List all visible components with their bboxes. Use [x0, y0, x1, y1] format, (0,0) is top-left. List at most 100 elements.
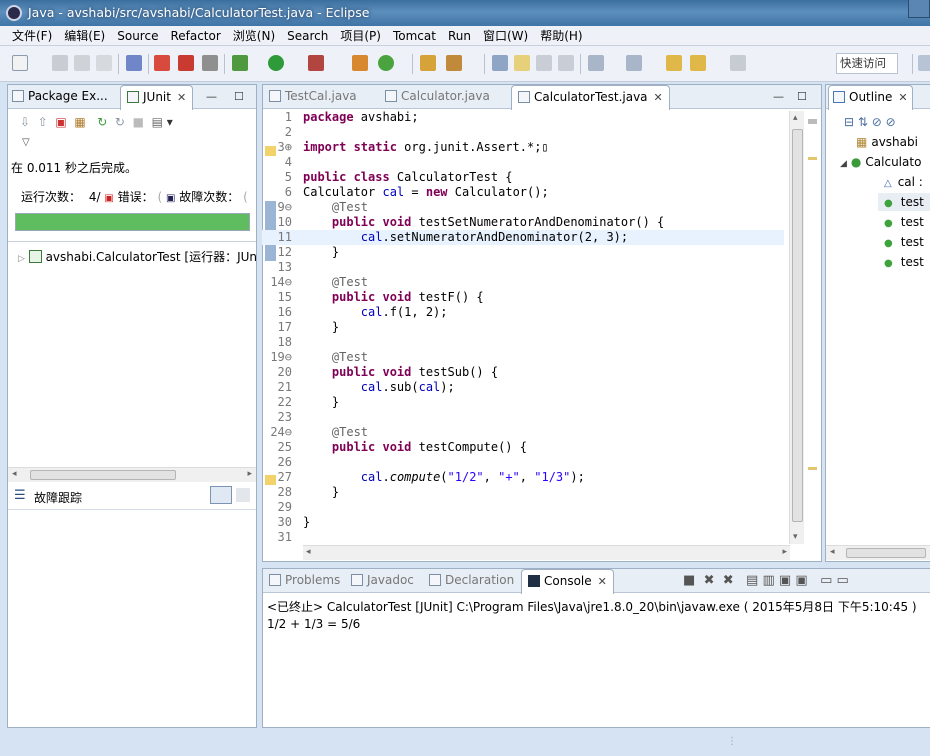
back-icon[interactable] [690, 55, 706, 71]
menu-source[interactable]: Source [111, 26, 164, 46]
maximize-icon[interactable]: ☐ [797, 90, 807, 103]
run-external-icon[interactable] [308, 55, 324, 71]
pencil-icon[interactable] [514, 55, 530, 71]
run-icon[interactable] [268, 55, 284, 71]
code-line[interactable]: 31 [262, 530, 784, 545]
tab-calculator[interactable]: Calculator.java [385, 85, 490, 109]
code-line[interactable]: 18 [262, 335, 784, 350]
minimize-icon[interactable]: — [206, 90, 217, 103]
remove-all-icon[interactable] [178, 55, 194, 71]
menu-window[interactable]: 窗口(W) [477, 26, 534, 46]
prev-annotation-icon[interactable] [626, 55, 642, 71]
editor-vertical-scrollbar[interactable]: ▴ ▾ [789, 111, 804, 544]
tab-calculatortest[interactable]: CalculatorTest.java ✕ [511, 85, 670, 110]
code-line[interactable]: 16 cal.f(1, 2); [262, 305, 784, 320]
collapse-all-icon[interactable]: ⊟ [844, 115, 854, 129]
menu-dropdown-icon[interactable]: ▾ [167, 115, 173, 129]
history-icon[interactable]: ▤ [152, 115, 163, 129]
menu-edit[interactable]: 编辑(E) [58, 26, 111, 46]
save-icon[interactable] [52, 55, 68, 71]
scroll-thumb[interactable] [846, 548, 926, 558]
new-class-icon[interactable] [378, 55, 394, 71]
clear-console-icon[interactable]: ▤ [746, 573, 758, 588]
code-line[interactable]: 23 [262, 410, 784, 425]
scroll-lock-icon[interactable]: ▥ [762, 573, 774, 588]
remove-all-launches-icon[interactable]: ✖ [723, 573, 734, 588]
menu-search[interactable]: Search [281, 26, 334, 46]
outline-item[interactable]: ◢ ● Calculato [840, 155, 921, 169]
code-line[interactable]: 13 [262, 260, 784, 275]
code-line[interactable]: 21 cal.sub(cal); [262, 380, 784, 395]
code-line[interactable]: 5 public class CalculatorTest { [262, 170, 784, 185]
hide-fields-icon[interactable]: ⊘ [872, 115, 882, 129]
code-line[interactable]: 19⊖ @Test [262, 350, 784, 365]
scroll-lock-icon[interactable]: ▦ [74, 115, 85, 129]
pin-console-icon[interactable]: ▭ [820, 573, 832, 588]
code-line[interactable]: 22 } [262, 395, 784, 410]
toggle-mark-icon[interactable] [492, 55, 508, 71]
code-line[interactable]: 24⊖ @Test [262, 425, 784, 440]
code-line[interactable]: 20 public void testSub() { [262, 365, 784, 380]
show-on-error-icon[interactable]: ▣ [795, 573, 807, 588]
close-icon[interactable]: ✕ [177, 86, 186, 109]
tab-outline[interactable]: Outline ✕ [828, 85, 913, 110]
remove-launch-icon[interactable]: ✖ [704, 573, 715, 588]
code-line[interactable]: 9⊖ @Test [262, 200, 784, 215]
menu-run[interactable]: Run [442, 26, 477, 46]
show-whitespace-icon[interactable] [558, 55, 574, 71]
tab-console[interactable]: Console ✕ [521, 569, 614, 594]
terminate-icon[interactable]: ■ [683, 573, 695, 588]
maximize-icon[interactable]: ☐ [234, 90, 244, 103]
perspective-icon[interactable] [918, 55, 930, 71]
tab-problems[interactable]: Problems [269, 569, 340, 593]
menu-refactor[interactable]: Refactor [164, 26, 226, 46]
minimize-icon[interactable]: — [773, 90, 784, 103]
expand-icon[interactable]: ◢ [840, 159, 847, 169]
code-line[interactable]: 30} [262, 515, 784, 530]
code-line[interactable]: 26 [262, 455, 784, 470]
code-line[interactable]: 12 } [262, 245, 784, 260]
tab-testcal[interactable]: TestCal.java [269, 85, 357, 109]
window-button[interactable] [908, 0, 930, 18]
code-line[interactable]: 17 } [262, 320, 784, 335]
sort-icon[interactable]: ⇅ [858, 115, 868, 129]
code-line[interactable]: 14⊖ @Test [262, 275, 784, 290]
debug-icon[interactable] [232, 55, 248, 71]
forward-icon[interactable] [730, 55, 746, 71]
tab-declaration[interactable]: Declaration [429, 569, 514, 593]
outline-item[interactable]: ● test [884, 195, 924, 209]
tab-junit[interactable]: JUnit ✕ [120, 85, 194, 110]
show-on-output-icon[interactable]: ▣ [779, 573, 791, 588]
display-console-icon[interactable]: ▭ [837, 573, 849, 588]
code-line[interactable]: 3⊕ import static org.junit.Assert.*;▯ [262, 140, 784, 155]
next-annotation-icon[interactable] [588, 55, 604, 71]
tree-horizontal-scrollbar[interactable]: ◂ ▸ [8, 467, 256, 482]
skip-breakpoints-icon[interactable] [126, 55, 142, 71]
outline-item[interactable]: △ cal : [884, 175, 923, 189]
outline-item[interactable]: ● test [884, 215, 924, 229]
test-tree-item[interactable]: ▷ avshabi.CalculatorTest [运行器：JUn [18, 248, 257, 265]
stop-icon[interactable]: ■ [133, 115, 144, 129]
scroll-thumb[interactable] [792, 129, 803, 522]
new-server-icon[interactable] [352, 55, 368, 71]
rerun-icon[interactable]: ↻ [97, 115, 107, 129]
code-line[interactable]: 29 [262, 500, 784, 515]
hide-static-icon[interactable]: ⊘ [886, 115, 896, 129]
code-line[interactable]: 11 cal.setNumeratorAndDenominator(2, 3); [262, 230, 784, 245]
close-icon[interactable]: ✕ [654, 86, 663, 109]
menu-tomcat[interactable]: Tomcat [387, 26, 442, 46]
tab-package-explorer[interactable]: Package Ex... [12, 85, 108, 109]
view-menu-icon[interactable]: ▽ [22, 137, 30, 148]
code-line[interactable]: 28 } [262, 485, 784, 500]
code-editor[interactable]: 1 package avshabi; 2 3⊕ import static org.ju… [262, 110, 784, 548]
menu-help[interactable]: 帮助(H) [534, 26, 588, 46]
new-icon[interactable] [12, 55, 28, 71]
menu-navigate[interactable]: 浏览(N) [227, 26, 281, 46]
rerun-failed-icon[interactable]: ↻ [115, 115, 125, 129]
code-line[interactable]: 15 public void testF() { [262, 290, 784, 305]
remove-icon[interactable] [154, 55, 170, 71]
code-line[interactable]: 10 public void testSetNumeratorAndDenomi… [262, 215, 784, 230]
last-edit-icon[interactable] [666, 55, 682, 71]
save-all-icon[interactable] [74, 55, 90, 71]
code-line[interactable]: 6 Calculator cal = new Calculator(); [262, 185, 784, 200]
